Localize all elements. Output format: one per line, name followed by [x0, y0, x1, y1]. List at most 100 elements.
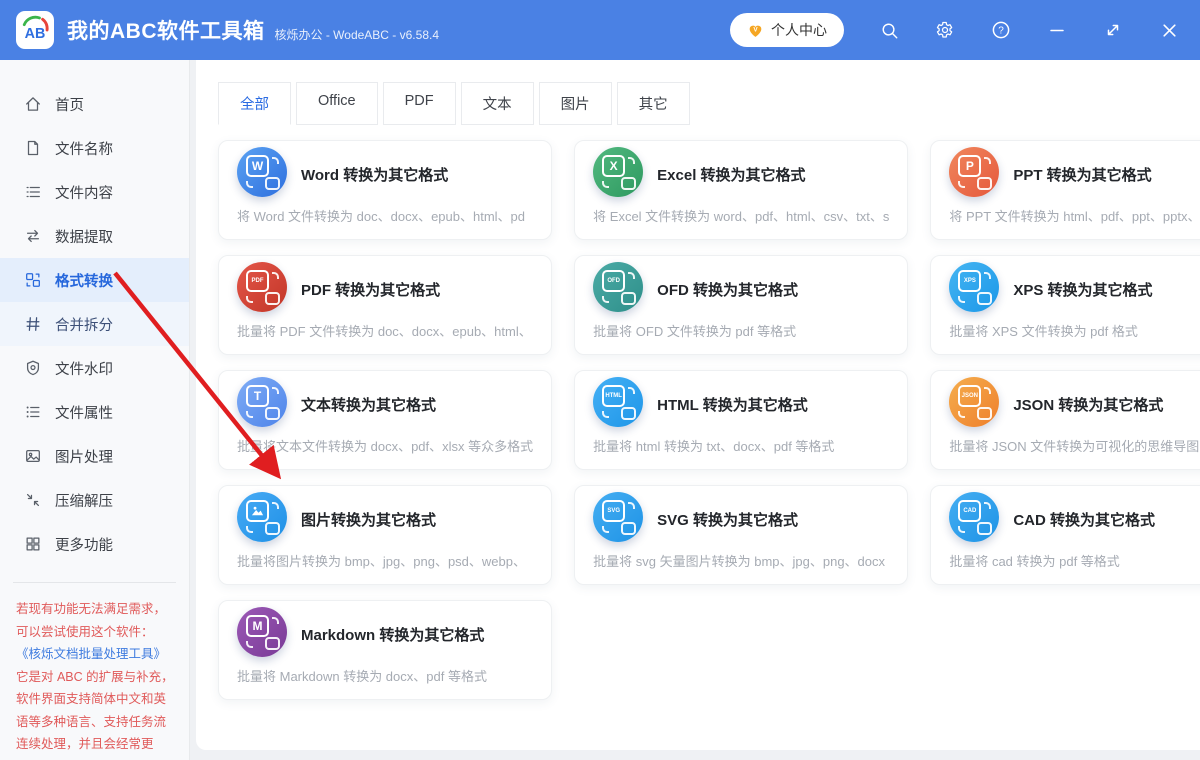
- target-doc-glyph: [977, 407, 992, 420]
- convert-arrow-icon: [272, 617, 279, 624]
- app-logo-icon: AB: [18, 13, 52, 47]
- card-ppt-convert[interactable]: P PPT 转换为其它格式将 PPT 文件转换为 html、pdf、ppt、ppt…: [930, 140, 1200, 240]
- card-title: Word 转换为其它格式: [301, 164, 448, 185]
- sidebar-item-label: 数据提取: [55, 226, 113, 247]
- card-title: 图片转换为其它格式: [301, 509, 436, 530]
- tab-pdf[interactable]: PDF: [383, 82, 456, 125]
- target-doc-glyph: [265, 637, 280, 650]
- sidebar-item-merge-split[interactable]: 合并拆分: [0, 302, 189, 346]
- card-title: PPT 转换为其它格式: [1013, 164, 1151, 185]
- card-json-convert[interactable]: JSONJSON 转换为其它格式批量将 JSON 文件转换为可视化的思维导图或其…: [930, 370, 1200, 470]
- sidebar-item-data-extract[interactable]: 数据提取: [0, 214, 189, 258]
- convert-arrow-icon: [602, 181, 609, 188]
- merge-split-icon: [24, 315, 42, 333]
- convert-arrow-icon: [246, 526, 253, 533]
- target-doc-glyph: [621, 177, 636, 190]
- ppt-convert-icon: P: [949, 147, 999, 197]
- convert-arrow-icon: [246, 181, 253, 188]
- settings-icon[interactable]: [934, 19, 956, 41]
- card-head: CADCAD 转换为其它格式: [949, 497, 1200, 542]
- card-svg-convert[interactable]: SVGSVG 转换为其它格式批量将 svg 矢量图片转换为 bmp、jpg、pn…: [574, 485, 908, 585]
- card-xps-convert[interactable]: XPSXPS 转换为其它格式批量将 XPS 文件转换为 pdf 格式: [930, 255, 1200, 355]
- app-body: 首页文件名称文件内容数据提取格式转换合并拆分文件水印文件属性图片处理压缩解压更多…: [0, 60, 1200, 760]
- card-description: 批量将 JSON 文件转换为可视化的思维导图或其它格: [949, 436, 1200, 455]
- home-icon: [24, 95, 42, 113]
- format-doc-glyph: CAD: [958, 500, 981, 522]
- target-doc-glyph: [265, 292, 280, 305]
- tab-image[interactable]: 图片: [539, 82, 612, 125]
- sidebar-item-file-attr[interactable]: 文件属性: [0, 390, 189, 434]
- sidebar-item-image-process[interactable]: 图片处理: [0, 434, 189, 478]
- card-description: 批量将 html 转换为 txt、docx、pdf 等格式: [593, 436, 889, 455]
- card-ofd-convert[interactable]: OFDOFD 转换为其它格式批量将 OFD 文件转换为 pdf 等格式: [574, 255, 908, 355]
- help-icon[interactable]: ?: [990, 19, 1012, 41]
- minimize-icon[interactable]: [1046, 19, 1068, 41]
- card-excel-convert[interactable]: XExcel 转换为其它格式将 Excel 文件转换为 word、pdf、htm…: [574, 140, 908, 240]
- card-title: JSON 转换为其它格式: [1013, 394, 1163, 415]
- target-doc-glyph: [977, 522, 992, 535]
- close-icon[interactable]: [1158, 19, 1180, 41]
- convert-arrow-icon: [628, 272, 635, 279]
- convert-arrow-icon: [958, 296, 965, 303]
- sidebar: 首页文件名称文件内容数据提取格式转换合并拆分文件水印文件属性图片处理压缩解压更多…: [0, 60, 190, 760]
- file-name-icon: [24, 139, 42, 157]
- convert-arrow-icon: [628, 387, 635, 394]
- sidebar-item-label: 格式转换: [55, 270, 113, 291]
- tab-all[interactable]: 全部: [218, 82, 291, 125]
- window-controls: ?: [844, 19, 1180, 41]
- format-doc-glyph: HTML: [602, 385, 625, 407]
- resize-icon[interactable]: [1102, 19, 1124, 41]
- card-word-convert[interactable]: WWord 转换为其它格式将 Word 文件转换为 doc、docx、epub、…: [218, 140, 552, 240]
- sidebar-item-label: 压缩解压: [55, 490, 113, 511]
- sidebar-item-label: 文件水印: [55, 358, 113, 379]
- target-doc-glyph: [265, 177, 280, 190]
- format-doc-glyph: M: [246, 615, 269, 637]
- file-content-icon: [24, 183, 42, 201]
- sidebar-item-label: 合并拆分: [55, 314, 113, 335]
- card-cad-convert[interactable]: CADCAD 转换为其它格式批量将 cad 转换为 pdf 等格式: [930, 485, 1200, 585]
- vip-heart-icon: V: [747, 22, 764, 39]
- svg-convert-icon: SVG: [593, 492, 643, 542]
- sidebar-item-label: 文件内容: [55, 182, 113, 203]
- file-attr-icon: [24, 403, 42, 421]
- card-head: SVGSVG 转换为其它格式: [593, 497, 889, 542]
- card-head: MMarkdown 转换为其它格式: [237, 612, 533, 657]
- card-pdf-convert[interactable]: PDFPDF 转换为其它格式批量将 PDF 文件转换为 doc、docx、epu…: [218, 255, 552, 355]
- app-subtitle: 核烁办公 - WodeABC - v6.58.4: [275, 18, 440, 43]
- convert-arrow-icon: [602, 526, 609, 533]
- format-doc-glyph: SVG: [602, 500, 625, 522]
- tab-office[interactable]: Office: [296, 82, 378, 125]
- card-description: 将 PPT 文件转换为 html、pdf、ppt、pptx、xps 等格: [949, 206, 1200, 225]
- card-head: XPSXPS 转换为其它格式: [949, 267, 1200, 312]
- card-description: 批量将 XPS 文件转换为 pdf 格式: [949, 321, 1200, 340]
- tab-other[interactable]: 其它: [617, 82, 690, 125]
- sidebar-item-format-convert[interactable]: 格式转换: [0, 258, 189, 302]
- sidebar-item-file-content[interactable]: 文件内容: [0, 170, 189, 214]
- user-center-button[interactable]: V 个人中心: [730, 13, 844, 47]
- card-html-convert[interactable]: HTMLHTML 转换为其它格式批量将 html 转换为 txt、docx、pd…: [574, 370, 908, 470]
- convert-arrow-icon: [246, 411, 253, 418]
- convert-arrow-icon: [246, 296, 253, 303]
- card-title: OFD 转换为其它格式: [657, 279, 798, 300]
- sidebar-item-more[interactable]: 更多功能: [0, 522, 189, 566]
- format-doc-glyph: W: [246, 155, 269, 177]
- search-icon[interactable]: [878, 19, 900, 41]
- more-icon: [24, 535, 42, 553]
- card-head: P PPT 转换为其它格式: [949, 152, 1200, 197]
- notice-link[interactable]: 《核烁文档批量处理工具》: [16, 647, 166, 661]
- format-doc-glyph: P: [958, 155, 981, 177]
- card-text-convert[interactable]: T文本转换为其它格式批量将文本文件转换为 docx、pdf、xlsx 等众多格式: [218, 370, 552, 470]
- card-head: HTMLHTML 转换为其它格式: [593, 382, 889, 427]
- sidebar-item-watermark[interactable]: 文件水印: [0, 346, 189, 390]
- card-markdown-convert[interactable]: MMarkdown 转换为其它格式批量将 Markdown 转换为 docx、p…: [218, 600, 552, 700]
- sidebar-item-home[interactable]: 首页: [0, 82, 189, 126]
- convert-arrow-icon: [984, 502, 991, 509]
- ofd-convert-icon: OFD: [593, 262, 643, 312]
- convert-arrow-icon: [984, 157, 991, 164]
- sidebar-item-file-name[interactable]: 文件名称: [0, 126, 189, 170]
- sidebar-item-compress[interactable]: 压缩解压: [0, 478, 189, 522]
- card-image-convert[interactable]: 图片转换为其它格式批量将图片转换为 bmp、jpg、png、psd、webp、: [218, 485, 552, 585]
- convert-arrow-icon: [602, 296, 609, 303]
- tab-text[interactable]: 文本: [461, 82, 534, 125]
- svg-text:?: ?: [998, 25, 1004, 36]
